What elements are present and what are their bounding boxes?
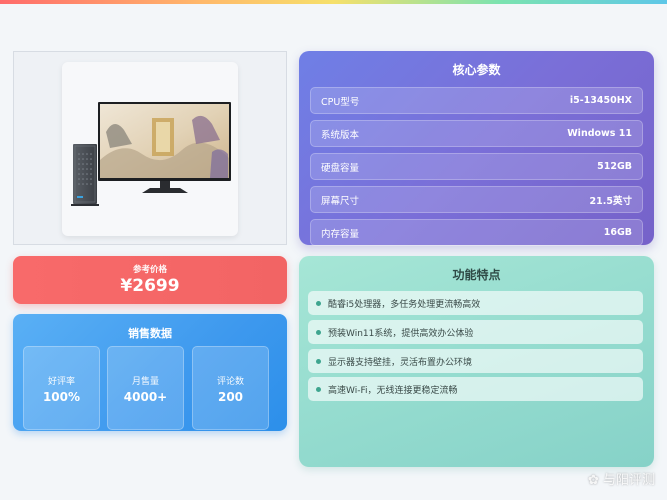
features-panel: 功能特点 酷睿i5处理器，多任务处理更流畅高效 预装Win11系统，提供高效办公… xyxy=(299,256,654,467)
feature-text: 酷睿i5处理器，多任务处理更流畅高效 xyxy=(328,299,481,310)
stat-label: 好评率 xyxy=(47,377,75,387)
spec-row-screen: 屏幕尺寸 21.5英寸 xyxy=(310,186,643,213)
spec-row-os: 系统版本 Windows 11 xyxy=(310,120,643,147)
stat-value: 4000+ xyxy=(123,390,168,404)
spec-value: Windows 11 xyxy=(567,128,632,139)
stat-reviews: 评论数 200 xyxy=(192,346,269,430)
price-value: ¥2699 xyxy=(120,276,180,296)
bullet-dot-icon xyxy=(316,300,321,306)
watermark-text: 与阳评测 xyxy=(602,473,655,488)
feature-text: 预装Win11系统，提供高效办公体验 xyxy=(328,328,474,339)
feature-text: 高速Wi-Fi，无线连接更稳定流畅 xyxy=(328,385,458,396)
spec-value: 16GB xyxy=(603,227,632,238)
sales-title: 销售数据 xyxy=(128,327,172,340)
product-image xyxy=(62,62,238,236)
stat-value: 200 xyxy=(217,390,244,404)
stat-rating: 好评率 100% xyxy=(23,346,100,430)
price-label: 参考价格 xyxy=(132,265,167,275)
top-accent-strip xyxy=(0,0,667,4)
spec-label: CPU型号 xyxy=(321,96,360,108)
spec-label: 内存容量 xyxy=(321,228,360,240)
sales-data-card: 销售数据 好评率 100% 月售量 4000+ 评论数 200 xyxy=(13,314,287,431)
spec-label: 硬盘容量 xyxy=(321,162,360,174)
price-card: 参考价格 ¥2699 xyxy=(13,256,287,304)
bullet-dot-icon xyxy=(316,386,321,392)
feature-item: 显示器支持壁挂，灵活布置办公环境 xyxy=(308,349,643,373)
bullet-dot-icon xyxy=(316,358,321,364)
specs-title: 核心参数 xyxy=(452,63,501,77)
stat-label: 评论数 xyxy=(216,377,244,387)
bullet-dot-icon xyxy=(316,329,321,335)
product-image-card xyxy=(13,51,287,245)
stat-label: 月售量 xyxy=(131,377,159,387)
feature-item: 高速Wi-Fi，无线连接更稳定流畅 xyxy=(308,377,643,401)
spec-row-cpu: CPU型号 i5-13450HX xyxy=(310,87,643,114)
spec-value: i5-13450HX xyxy=(569,95,632,106)
watermark: ✿ 与阳评测 xyxy=(588,469,655,488)
feature-text: 显示器支持壁挂，灵活布置办公环境 xyxy=(328,357,473,368)
paw-icon: ✿ xyxy=(587,473,599,488)
core-specs-panel: 核心参数 CPU型号 i5-13450HX 系统版本 Windows 11 硬盘… xyxy=(299,51,654,246)
stat-value: 100% xyxy=(42,390,81,404)
spec-row-storage: 硬盘容量 512GB xyxy=(310,153,643,180)
feature-item: 预装Win11系统，提供高效办公体验 xyxy=(308,320,643,344)
features-title: 功能特点 xyxy=(452,268,501,282)
pc-monitor-illustration xyxy=(71,102,231,206)
spec-row-memory: 内存容量 16GB xyxy=(310,219,643,246)
spec-value: 21.5英寸 xyxy=(589,195,632,207)
spec-value: 512GB xyxy=(597,161,632,172)
spec-label: 屏幕尺寸 xyxy=(321,195,360,207)
feature-item: 酷睿i5处理器，多任务处理更流畅高效 xyxy=(308,291,643,315)
spec-label: 系统版本 xyxy=(321,129,360,141)
stat-monthly-sales: 月售量 4000+ xyxy=(107,346,184,430)
